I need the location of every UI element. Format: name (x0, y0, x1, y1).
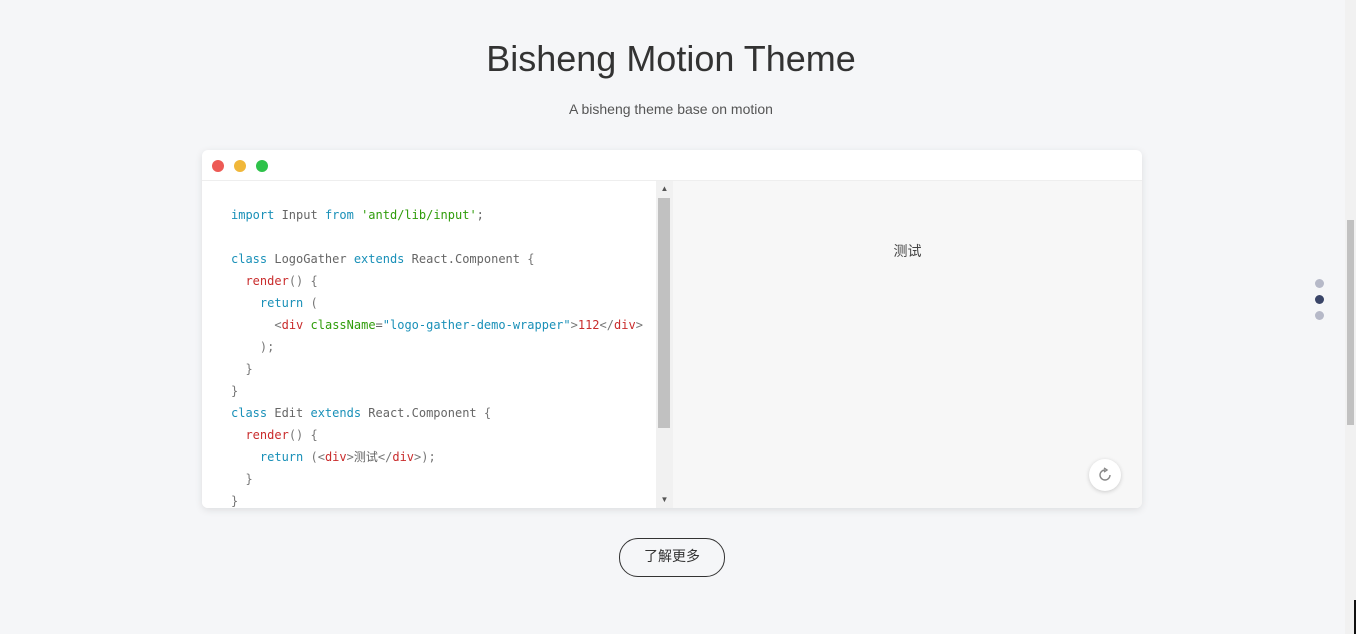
scroll-up-icon[interactable]: ▲ (656, 181, 673, 197)
maximize-icon[interactable] (256, 160, 268, 172)
page-dot-active[interactable] (1315, 295, 1324, 304)
code-editor[interactable]: import Input from 'antd/lib/input'; clas… (202, 181, 656, 508)
code-line: render() { (245, 428, 318, 442)
page-subtitle: A bisheng theme base on motion (569, 101, 773, 117)
code-line: <div className="logo-gather-demo-wrapper… (274, 318, 643, 332)
page-scrollbar[interactable] (1345, 0, 1356, 634)
code-line: } (231, 384, 239, 398)
code-line: class Edit extends React.Component { (231, 406, 492, 420)
close-icon[interactable] (212, 160, 224, 172)
code-line: return ( (259, 296, 318, 310)
code-line: } (245, 362, 253, 376)
window-titlebar (202, 150, 1142, 181)
code-scrollbar[interactable]: ▲ ▼ (656, 181, 673, 508)
page-title: Bisheng Motion Theme (486, 38, 856, 79)
code-line: render() { (245, 274, 318, 288)
code-lines: import Input from 'antd/lib/input'; clas… (231, 204, 643, 508)
page-scroll-thumb[interactable] (1347, 220, 1354, 425)
page-dot[interactable] (1315, 311, 1324, 320)
code-line: } (245, 472, 253, 486)
preview-text: 测试 (893, 243, 922, 259)
page-dot[interactable] (1315, 279, 1324, 288)
preview-pane: 测试 (673, 181, 1142, 508)
learn-more-button[interactable]: 了解更多 (619, 538, 725, 577)
code-line: import Input from 'antd/lib/input'; (231, 208, 484, 222)
code-line: class LogoGather extends React.Component… (231, 252, 535, 266)
demo-window: import Input from 'antd/lib/input'; clas… (202, 150, 1142, 508)
refresh-icon (1099, 467, 1111, 481)
scroll-thumb[interactable] (658, 198, 670, 428)
code-line: ); (259, 340, 275, 354)
replay-button[interactable] (1089, 459, 1121, 491)
code-line: } (231, 494, 239, 508)
scroll-down-icon[interactable]: ▼ (656, 492, 673, 508)
code-line: return (<div>测试</div>); (259, 450, 436, 464)
minimize-icon[interactable] (234, 160, 246, 172)
